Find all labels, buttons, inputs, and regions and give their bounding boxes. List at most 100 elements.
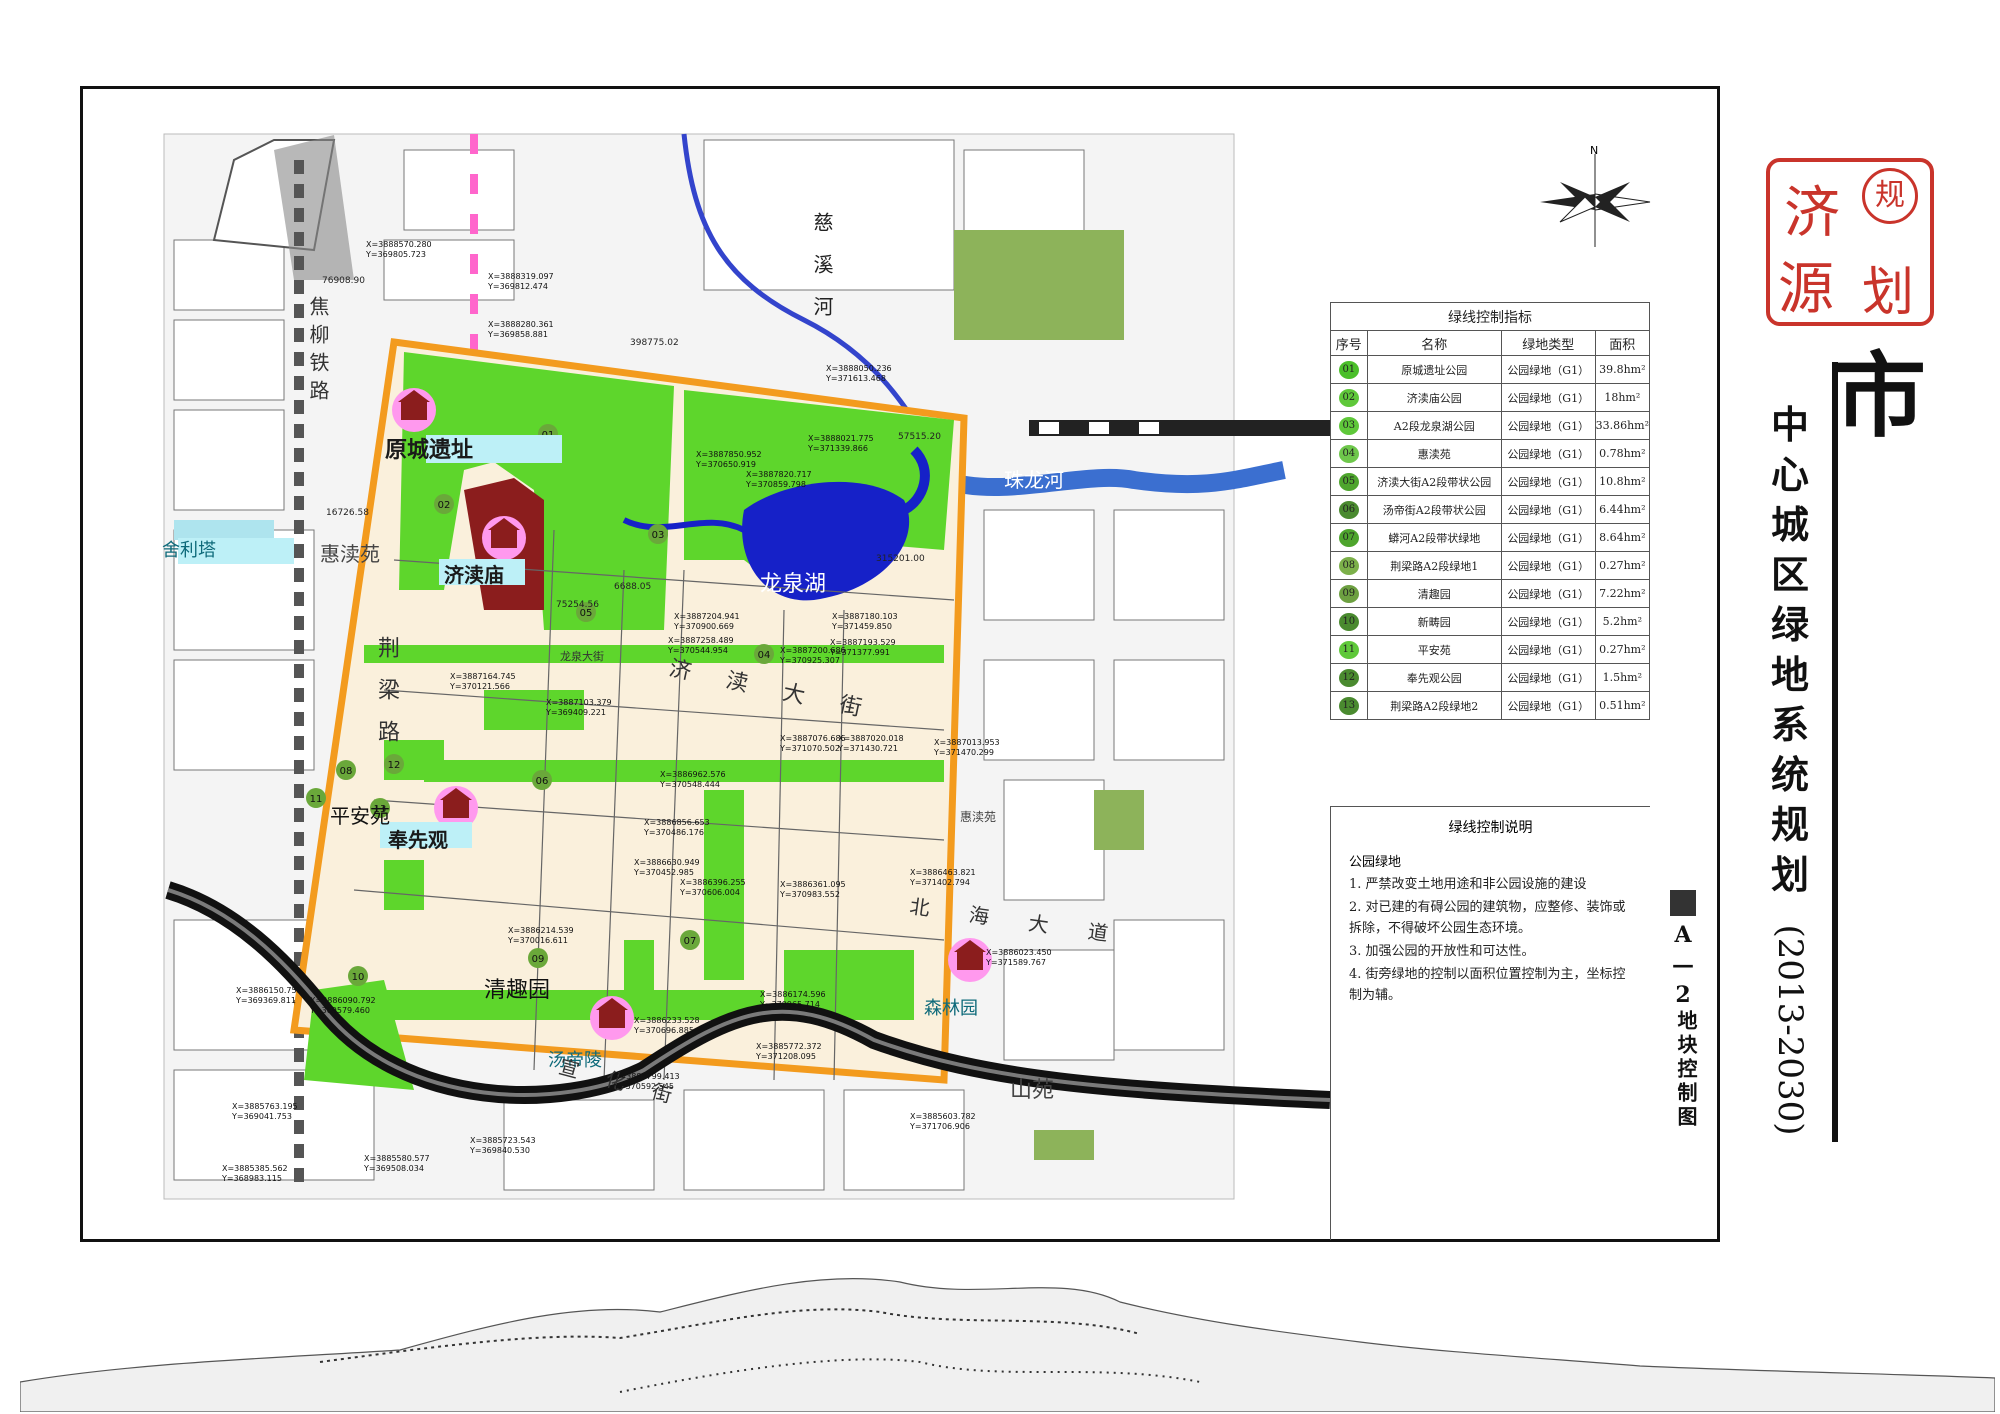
longquan-label: 龙泉湖: [760, 572, 827, 597]
table-row: 06 汤帝街A2段带状公园 公园绿地（G1） 6.44hm²: [1330, 495, 1651, 524]
table-row: 13 荆梁路A2段绿地2 公园绿地（G1） 0.51hm²: [1330, 691, 1651, 720]
measure-label: 6688.05: [614, 582, 652, 592]
huidu-east-label: 惠渎苑: [960, 810, 997, 824]
measure-label: 16726.58: [326, 508, 369, 518]
coordinate-label: X=3887200.686 Y=370925.307: [780, 646, 846, 665]
cell-type: 公园绿地（G1）: [1500, 355, 1596, 384]
table-row: 10 新畴园 公园绿地（G1） 5.2hm²: [1330, 607, 1651, 636]
table-row: 11 平安苑 公园绿地（G1） 0.27hm²: [1330, 635, 1651, 664]
measure-label: 57515.20: [898, 432, 941, 442]
ruins-icon[interactable]: [392, 388, 436, 432]
park-number-badge: 03: [1338, 416, 1359, 435]
park-number-badge: 08: [1338, 556, 1359, 575]
cell-name: A2段龙泉湖公园: [1366, 411, 1502, 440]
table-row: 09 清趣园 公园绿地（G1） 7.22hm²: [1330, 579, 1651, 608]
cixi-river-label: 慈溪河: [810, 212, 834, 338]
coordinate-label: X=3886396.255 Y=370606.004: [680, 878, 746, 897]
cell-name: 济渎庙公园: [1366, 383, 1502, 412]
cell-area: 39.8hm²: [1594, 355, 1651, 384]
cell-name: 荆梁路A2段绿地2: [1366, 691, 1502, 720]
temple-icon[interactable]: [482, 516, 526, 560]
park-marker-label: 02: [438, 500, 451, 511]
cell-area: 18hm²: [1594, 383, 1651, 412]
park-marker-label: 07: [684, 936, 697, 947]
mountain-ink-decoration: [20, 1277, 1995, 1412]
table-row: 05 济渎大街A2段带状公园 公园绿地（G1） 10.8hm²: [1330, 467, 1651, 496]
temple-label: 济渎庙: [444, 563, 504, 587]
coordinate-label: X=3887850.952 Y=370650.919: [696, 450, 762, 469]
cell-name: 惠渎苑: [1366, 439, 1502, 468]
park-marker-label: 09: [532, 954, 545, 965]
coordinate-label: X=3886233.528 Y=370696.885: [634, 1016, 700, 1035]
header-name: 名称: [1366, 330, 1502, 356]
cell-area: 10.8hm²: [1594, 467, 1651, 496]
coordinate-label: X=3887020.018 Y=371430.721: [838, 734, 904, 753]
park-number-badge: 11: [1338, 640, 1359, 659]
table-row: 01 原城遗址公园 公园绿地（G1） 39.8hm²: [1330, 355, 1651, 384]
coordinate-label: X=3886150.751 Y=369369.811: [236, 986, 302, 1005]
tomb-icon[interactable]: [590, 996, 634, 1040]
park-number-badge: 01: [1338, 360, 1359, 379]
coordinate-label: X=3887180.103 Y=371459.850: [832, 612, 898, 631]
coordinate-label: X=3885799.413 Y=370592.545: [614, 1072, 680, 1091]
measure-label: 398775.02: [630, 338, 679, 348]
coordinate-label: X=3888280.361 Y=369858.881: [488, 320, 554, 339]
table-row: 08 荆梁路A2段绿地1 公园绿地（G1） 0.27hm²: [1330, 551, 1651, 580]
coordinate-label: X=3887103.379 Y=369409.221: [546, 698, 612, 717]
cell-name: 奉先观公园: [1366, 663, 1502, 692]
table-row: 07 蟒河A2段带状绿地 公园绿地（G1） 8.64hm²: [1330, 523, 1651, 552]
note-item: 2. 对已建的有碍公园的建筑物，应整修、装饰或拆除，不得破坏公园生态环境。: [1349, 900, 1626, 936]
zhulong-river-label: 珠龙河: [1004, 468, 1064, 492]
vertical-title: 中心城区绿地系统规划: [1770, 402, 1809, 897]
measure-label: 76908.90: [322, 276, 365, 286]
coordinate-label: X=3885723.543 Y=369840.530: [470, 1136, 536, 1155]
coordinate-label: X=3886630.949 Y=370452.985: [634, 858, 700, 877]
table-row: 04 惠渎苑 公园绿地（G1） 0.78hm²: [1330, 439, 1651, 468]
cell-area: 0.27hm²: [1594, 551, 1651, 580]
cell-type: 公园绿地（G1）: [1500, 579, 1596, 608]
measure-label: 75254.56: [556, 600, 599, 610]
taoist-label: 奉先观: [388, 828, 448, 852]
cell-name: 原城遗址公园: [1366, 355, 1502, 384]
title-rule: [1832, 362, 1838, 1142]
coordinate-label: X=3886463.821 Y=371402.794: [910, 868, 976, 887]
cell-type: 公园绿地（G1）: [1500, 635, 1596, 664]
coordinate-label: X=3886856.653 Y=370486.176: [644, 818, 710, 837]
cell-name: 平安苑: [1366, 635, 1502, 664]
cell-type: 公园绿地（G1）: [1500, 663, 1596, 692]
header-type: 绿地类型: [1500, 330, 1596, 356]
ruins-label: 原城遗址: [385, 438, 474, 463]
seal-stamp: 济 源 规 划: [1766, 158, 1934, 326]
coordinate-label: X=3887013.953 Y=371470.299: [934, 738, 1000, 757]
coordinate-label: X=3886090.792 Y=369579.460: [310, 996, 376, 1015]
coordinate-label: X=3887204.941 Y=370900.669: [674, 612, 740, 631]
cell-area: 8.64hm²: [1594, 523, 1651, 552]
title-years: (2013-2030): [1770, 924, 1810, 1136]
park-number-badge: 13: [1338, 696, 1359, 715]
sheet-name: 地块控制图: [1674, 1010, 1698, 1130]
notes-section: 公园绿地: [1349, 855, 1402, 870]
park-marker-label: 10: [352, 972, 365, 983]
table-row: 02 济渎庙公园 公园绿地（G1） 18hm²: [1330, 383, 1651, 412]
qingqu-label: 清趣园: [484, 978, 551, 1003]
cell-area: 33.86hm²: [1594, 411, 1651, 440]
cell-type: 公园绿地（G1）: [1500, 607, 1596, 636]
coordinate-label: X=3886174.596 Y=370965.714: [760, 990, 826, 1009]
cell-area: 0.27hm²: [1594, 635, 1651, 664]
park-number-badge: 06: [1338, 500, 1359, 519]
north-arrow-icon: N: [1540, 144, 1651, 247]
road-north-band: [1029, 420, 1330, 436]
park-number-badge: 07: [1338, 528, 1359, 547]
note-item: 4. 街旁绿地的控制以面积位置控制为主，坐标控制为辅。: [1349, 967, 1626, 1003]
north-label: N: [1590, 144, 1598, 157]
green-block-ne: [954, 230, 1124, 340]
coordinate-label: X=3888021.775 Y=371339.866: [808, 434, 874, 453]
park-number-badge: 10: [1338, 612, 1359, 631]
park-number-badge: 05: [1338, 472, 1359, 491]
coordinate-label: X=3886361.095 Y=370983.552: [780, 880, 846, 899]
coordinate-label: X=3886214.539 Y=370016.611: [508, 926, 574, 945]
cell-type: 公园绿地（G1）: [1500, 383, 1596, 412]
cell-type: 公园绿地（G1）: [1500, 495, 1596, 524]
park-number-badge: 02: [1338, 388, 1359, 407]
sheet-square-icon: [1670, 890, 1696, 916]
